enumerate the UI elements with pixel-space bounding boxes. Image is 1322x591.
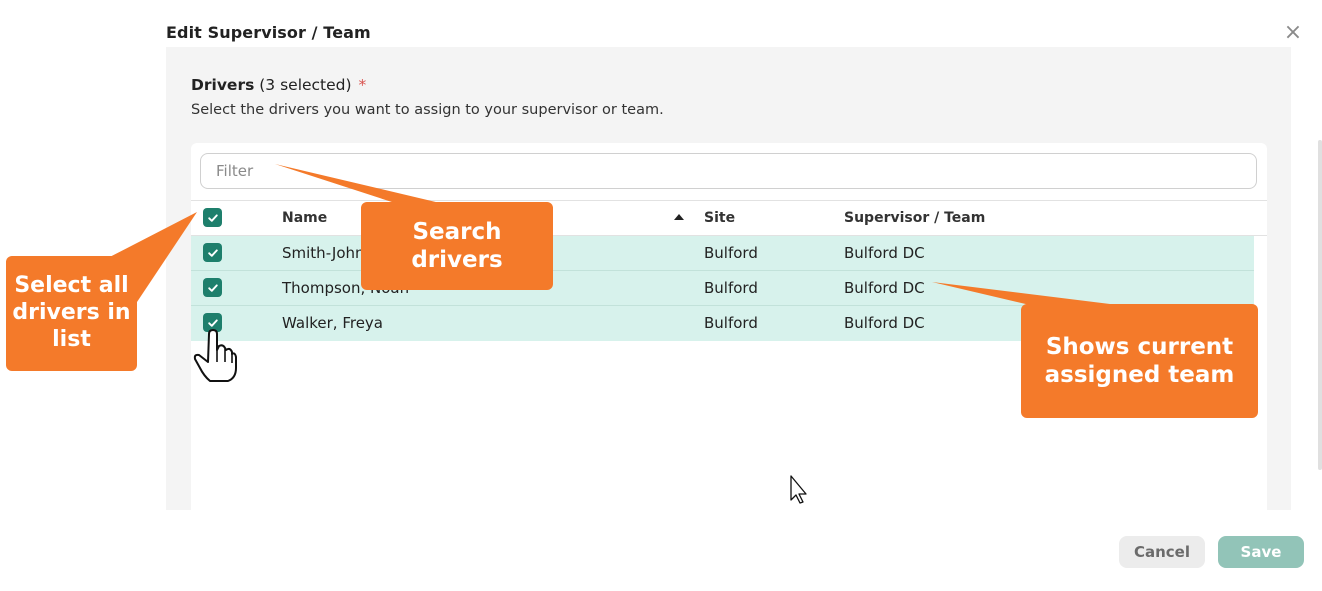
close-icon[interactable]: × [1283, 22, 1303, 44]
driver-team: Bulford DC [844, 279, 925, 297]
cancel-button[interactable]: Cancel [1119, 536, 1205, 568]
row-checkbox[interactable] [203, 243, 222, 262]
driver-name: Walker, Freya [282, 314, 383, 332]
sort-ascending-icon[interactable] [674, 214, 684, 220]
drivers-field-label: Drivers (3 selected) * [191, 76, 366, 94]
driver-team: Bulford DC [844, 314, 925, 332]
table-row[interactable]: Thompson, Noah Bulford Bulford DC [191, 271, 1254, 306]
callout-line: list [52, 326, 91, 352]
callout-line: drivers in [12, 300, 131, 326]
filter-input[interactable] [200, 153, 1257, 189]
driver-site: Bulford [704, 244, 758, 262]
checkmark-icon [207, 283, 218, 292]
callout-line: assigned team [1044, 362, 1235, 388]
checkmark-icon [207, 213, 218, 222]
search-callout: Search drivers [361, 202, 553, 290]
driver-site: Bulford [704, 314, 758, 332]
callout-line: drivers [411, 247, 503, 273]
table-header: Name Site Supervisor / Team [191, 200, 1267, 236]
select-all-callout: Select all drivers in list [6, 256, 137, 371]
required-marker: * [358, 76, 367, 94]
page-scrollbar[interactable] [1318, 140, 1322, 470]
save-button[interactable]: Save [1218, 536, 1304, 568]
column-header-name[interactable]: Name [282, 210, 327, 226]
driver-site: Bulford [704, 279, 758, 297]
team-callout: Shows current assigned team [1021, 304, 1258, 418]
drivers-field-description: Select the drivers you want to assign to… [191, 102, 664, 118]
drivers-label: Drivers [191, 76, 255, 94]
row-checkbox[interactable] [203, 313, 222, 332]
driver-name: Smith-John [282, 244, 365, 262]
column-header-site[interactable]: Site [704, 210, 735, 226]
callout-line: Search [412, 218, 502, 245]
checkmark-icon [207, 248, 218, 257]
row-checkbox[interactable] [203, 278, 222, 297]
select-all-checkbox[interactable] [203, 208, 222, 227]
checkmark-icon [207, 318, 218, 327]
dialog-title: Edit Supervisor / Team [166, 23, 371, 42]
selected-count: (3 selected) [259, 76, 352, 94]
driver-team: Bulford DC [844, 244, 925, 262]
callout-line: Select all [14, 273, 129, 299]
column-header-team[interactable]: Supervisor / Team [844, 210, 985, 226]
callout-line: Shows current [1045, 333, 1234, 360]
table-row[interactable]: Smith-John Bulford Bulford DC [191, 236, 1254, 271]
